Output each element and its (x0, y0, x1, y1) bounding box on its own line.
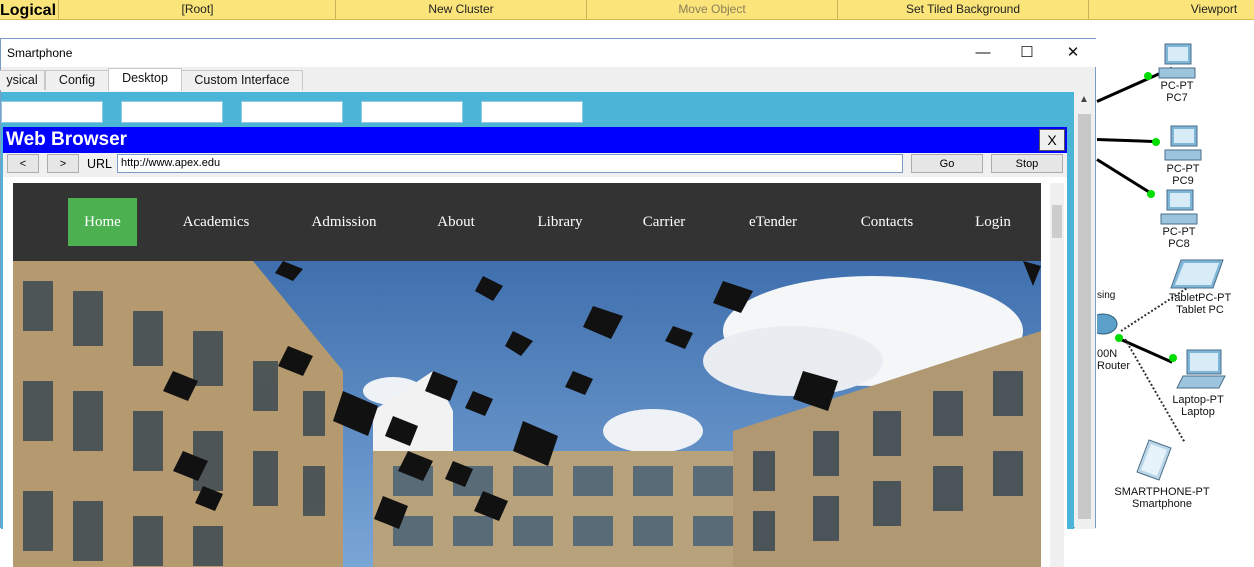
new-cluster-button[interactable]: New Cluster (336, 0, 586, 19)
go-button[interactable]: Go (911, 154, 983, 173)
nav-carrier[interactable]: Carrier (631, 198, 697, 246)
desktop-scrollbar[interactable]: ▲ (1075, 92, 1095, 529)
nav-library[interactable]: Library (525, 198, 595, 246)
tab-custom-interface[interactable]: Custom Interface (181, 70, 303, 90)
close-button[interactable]: ✕ (1051, 41, 1095, 65)
minimize-button[interactable]: — (961, 41, 1005, 65)
laptop-icon[interactable] (1173, 348, 1229, 392)
scrollbar-thumb[interactable] (1078, 114, 1091, 519)
desktop-app-icon[interactable] (121, 101, 223, 123)
tab-config[interactable]: Config (45, 70, 109, 90)
nav-home[interactable]: Home (68, 198, 137, 246)
nav-admission[interactable]: Admission (299, 198, 389, 246)
tab-physical[interactable]: ysical (0, 70, 45, 90)
port-link-light (1152, 138, 1160, 146)
back-button[interactable]: < (7, 154, 39, 173)
desktop-app-icon[interactable] (1, 101, 103, 123)
logical-toolbar: Logical [Root] New Cluster Move Object S… (0, 0, 1254, 20)
tab-desktop[interactable]: Desktop (108, 68, 182, 91)
pc-icon[interactable] (1157, 42, 1199, 82)
pc-icon[interactable] (1159, 188, 1201, 228)
port-link-light (1144, 72, 1152, 80)
nav-about[interactable]: About (423, 198, 489, 246)
desktop-app-icon[interactable] (481, 101, 583, 123)
device-name: PC8 (1168, 238, 1190, 250)
device-name: PC9 (1172, 175, 1194, 187)
browser-titlebar: Web Browser X (3, 127, 1067, 153)
device-label-pc9: PC-PT PC9 (1153, 163, 1213, 187)
device-type: 00N (1097, 348, 1118, 360)
pc-icon[interactable] (1163, 124, 1205, 164)
device-type: PC-PT (1166, 163, 1200, 175)
nav-academics[interactable]: Academics (171, 198, 261, 246)
cable-pc8 (1096, 158, 1153, 195)
site-navigation: Home Academics Admission About Library C… (13, 183, 1041, 261)
device-name: Tablet PC (1176, 304, 1224, 316)
device-name: Smartphone (1132, 498, 1192, 510)
web-browser: Web Browser X < > URL http://www.apex.ed… (3, 127, 1067, 567)
desktop-app-icon[interactable] (241, 101, 343, 123)
nav-etender[interactable]: eTender (735, 198, 811, 246)
device-type: PC-PT (1162, 226, 1196, 238)
url-label: URL (87, 157, 113, 171)
device-name: Router (1097, 360, 1131, 372)
window-title: Smartphone (7, 46, 73, 60)
device-type: Laptop-PT (1172, 394, 1224, 406)
maximize-button[interactable]: ☐ (1005, 41, 1049, 65)
browser-close-button[interactable]: X (1039, 129, 1065, 151)
router-icon[interactable] (1097, 308, 1119, 338)
page-scrollbar-thumb[interactable] (1052, 205, 1062, 238)
nav-login[interactable]: Login (963, 198, 1023, 246)
browser-title: Web Browser (6, 129, 128, 150)
page-scrollbar[interactable] (1050, 183, 1064, 567)
workspace-mode-label: Logical (0, 2, 57, 19)
device-label-router: 00N Router (1097, 348, 1137, 372)
port-link-light (1147, 190, 1155, 198)
device-name: PC7 (1166, 92, 1188, 104)
device-label-tablet: TabletPC-PT Tablet PC (1155, 292, 1245, 316)
device-label-pc7: PC-PT PC7 (1147, 80, 1207, 104)
device-name: Laptop (1181, 406, 1215, 418)
device-type: TabletPC-PT (1168, 292, 1232, 304)
scroll-up-icon[interactable]: ▲ (1079, 94, 1089, 105)
toolbar-separator (58, 0, 59, 19)
smartphone-window: Smartphone — ☐ ✕ ysical Config Desktop C… (0, 38, 1096, 567)
cable-pc9 (1096, 138, 1158, 144)
device-type: PC-PT (1160, 80, 1194, 92)
tablet-icon[interactable] (1167, 258, 1227, 292)
smartphone-icon[interactable] (1131, 438, 1181, 484)
desktop-app-icon[interactable] (361, 101, 463, 123)
device-label-laptop: Laptop-PT Laptop (1163, 394, 1233, 418)
device-type: SMARTPHONE-PT (1114, 486, 1210, 498)
url-field[interactable]: http://www.apex.edu (117, 154, 903, 173)
root-button[interactable]: [Root] (60, 0, 335, 19)
window-tabs: ysical Config Desktop Custom Interface (0, 68, 1096, 91)
device-label-pc8: PC-PT PC8 (1149, 226, 1209, 250)
set-tiled-background-button[interactable]: Set Tiled Background (838, 0, 1088, 19)
network-canvas[interactable]: PC-PT PC7 PC-PT PC9 PC-PT PC8 TabletPC-P… (1096, 20, 1254, 528)
nav-contacts[interactable]: Contacts (849, 198, 925, 246)
hero-image (13, 261, 1041, 567)
web-page: Home Academics Admission About Library C… (3, 177, 1067, 567)
move-object-button[interactable]: Move Object (587, 0, 837, 19)
window-titlebar[interactable]: Smartphone — ☐ ✕ (1, 39, 1096, 67)
viewport-button[interactable]: Viewport (1089, 0, 1254, 19)
device-label-smartphone: SMARTPHONE-PT Smartphone (1097, 486, 1227, 510)
stop-button[interactable]: Stop (991, 154, 1063, 173)
router-label-partial: sing (1097, 290, 1116, 301)
forward-button[interactable]: > (47, 154, 79, 173)
